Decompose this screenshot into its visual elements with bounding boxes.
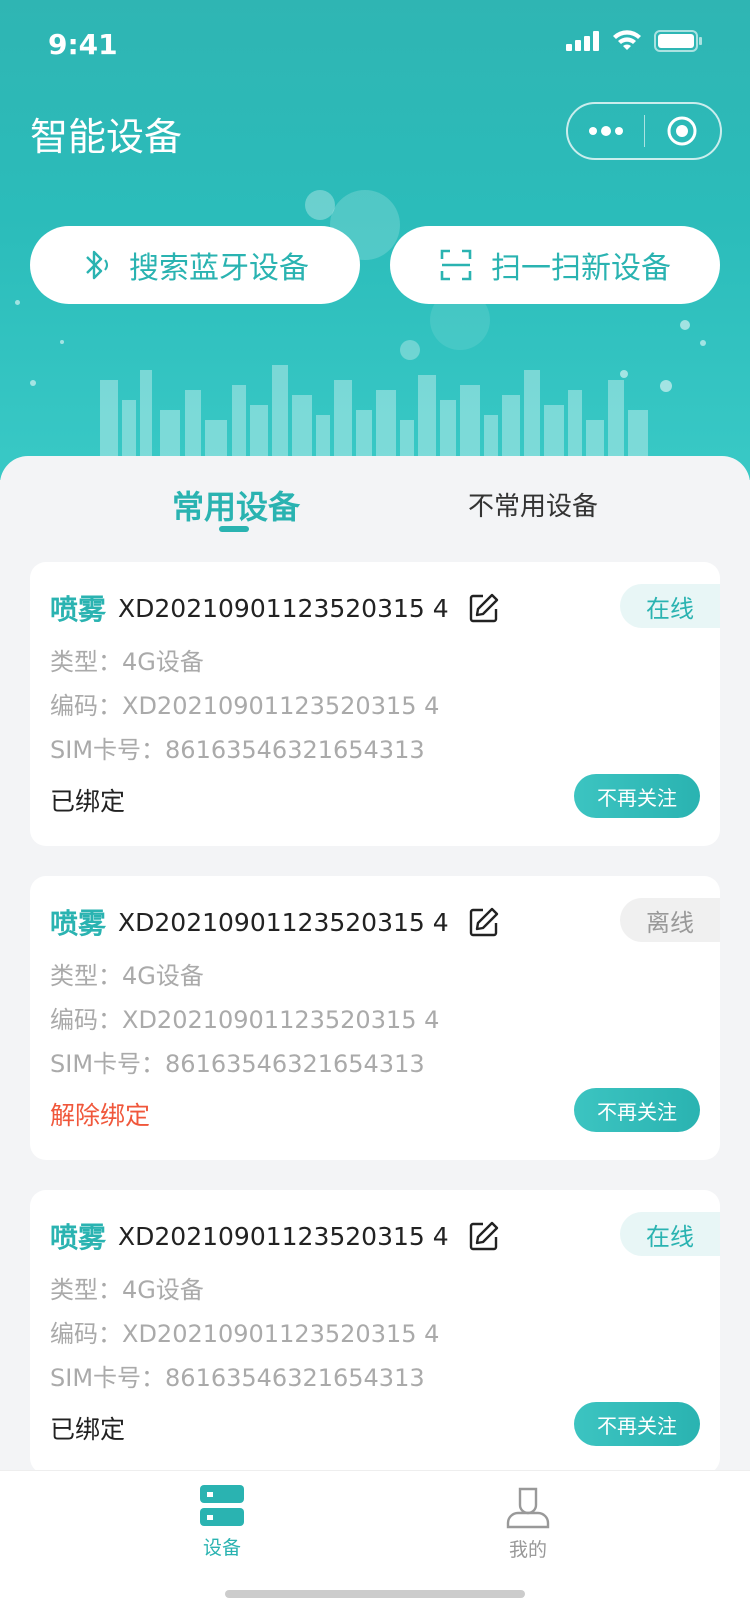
bind-status: 已绑定	[50, 1415, 126, 1444]
home-indicator	[225, 1590, 525, 1598]
device-icon	[200, 1485, 244, 1526]
unbind-link[interactable]: 解除绑定	[50, 1096, 150, 1132]
page-title: 智能设备	[30, 115, 183, 159]
tabbar-item-devices[interactable]: 设备	[162, 1485, 282, 1560]
device-card-header: 喷雾 XD20210901123520315 4	[50, 1216, 499, 1256]
battery-icon	[654, 30, 702, 52]
tabbar-label-devices: 设备	[202, 1537, 241, 1559]
device-sim-label: SIM卡号：	[50, 1364, 166, 1392]
more-icon	[588, 126, 623, 136]
wifi-icon	[613, 30, 641, 50]
tab-infrequent-devices[interactable]: 不常用设备	[468, 486, 598, 523]
device-list-panel: 常用设备 不常用设备 喷雾 XD20210901123520315 4 在线 类…	[0, 456, 750, 1476]
device-card-header: 喷雾 XD20210901123520315 4	[50, 902, 499, 942]
device-type-value: 4G设备	[122, 648, 204, 676]
mini-program-capsule	[566, 102, 722, 160]
device-type-line: 类型：4G设备	[50, 642, 204, 677]
device-code-line: 编码：XD20210901123520315 4	[50, 686, 439, 721]
user-icon	[506, 1487, 550, 1529]
device-code-label: 编码：	[50, 1320, 122, 1348]
close-button[interactable]	[645, 104, 721, 158]
device-card-header: 喷雾 XD20210901123520315 4	[50, 588, 499, 628]
edit-icon[interactable]	[469, 907, 499, 937]
unfollow-button[interactable]: 不再关注	[574, 1402, 700, 1446]
device-code-line: 编码：XD20210901123520315 4	[50, 1000, 439, 1035]
tabbar-label-mine: 我的	[508, 1539, 547, 1561]
edit-icon[interactable]	[469, 1221, 499, 1251]
device-name: 喷雾	[50, 593, 107, 626]
status-badge: 在线	[620, 1212, 720, 1256]
device-sim-line: SIM卡号：86163546321654313	[50, 1044, 425, 1079]
device-id: XD20210901123520315 4	[118, 1221, 449, 1251]
status-badge: 离线	[620, 898, 720, 942]
device-type-label: 类型：	[50, 962, 122, 990]
device-sim-label: SIM卡号：	[50, 736, 166, 764]
device-code-value: XD20210901123520315 4	[122, 1320, 440, 1348]
status-icons	[566, 30, 702, 52]
device-tabs: 常用设备 不常用设备	[0, 456, 750, 546]
device-type-value: 4G设备	[122, 1276, 204, 1304]
device-type-line: 类型：4G设备	[50, 1270, 204, 1305]
device-sim-value: 86163546321654313	[165, 736, 425, 764]
status-badge: 在线	[620, 584, 720, 628]
bottom-tab-bar: 设备 我的	[0, 1470, 750, 1624]
search-bluetooth-button[interactable]: 搜索蓝牙设备	[30, 226, 360, 304]
tabbar-item-mine[interactable]: 我的	[468, 1485, 588, 1562]
device-id: XD20210901123520315 4	[118, 593, 449, 623]
device-card[interactable]: 喷雾 XD20210901123520315 4 离线 类型：4G设备 编码：X…	[30, 876, 720, 1160]
device-code-label: 编码：	[50, 692, 122, 720]
device-type-label: 类型：	[50, 1276, 122, 1304]
search-bluetooth-label: 搜索蓝牙设备	[129, 251, 309, 286]
target-close-icon	[667, 116, 697, 146]
device-code-value: XD20210901123520315 4	[122, 1006, 440, 1034]
device-sim-line: SIM卡号：86163546321654313	[50, 730, 425, 765]
scan-new-device-button[interactable]: 扫一扫新设备	[390, 226, 720, 304]
device-sim-label: SIM卡号：	[50, 1050, 166, 1078]
status-time: 9:41	[48, 28, 118, 61]
device-card[interactable]: 喷雾 XD20210901123520315 4 在线 类型：4G设备 编码：X…	[30, 1190, 720, 1474]
scan-new-device-label: 扫一扫新设备	[491, 251, 671, 286]
unfollow-button[interactable]: 不再关注	[574, 1088, 700, 1132]
device-id: XD20210901123520315 4	[118, 907, 449, 937]
device-code-value: XD20210901123520315 4	[122, 692, 440, 720]
active-tab-indicator	[219, 526, 249, 532]
more-button[interactable]	[568, 104, 644, 158]
device-code-line: 编码：XD20210901123520315 4	[50, 1314, 439, 1349]
scan-icon	[440, 249, 472, 281]
signal-icon	[566, 31, 599, 51]
edit-icon[interactable]	[469, 593, 499, 623]
device-type-label: 类型：	[50, 648, 122, 676]
device-code-label: 编码：	[50, 1006, 122, 1034]
tab-frequent-devices[interactable]: 常用设备	[172, 482, 300, 528]
device-card[interactable]: 喷雾 XD20210901123520315 4 在线 类型：4G设备 编码：X…	[30, 562, 720, 846]
device-sim-value: 86163546321654313	[165, 1050, 425, 1078]
status-bar: 9:41	[0, 0, 750, 90]
bluetooth-icon	[86, 250, 108, 280]
device-name: 喷雾	[50, 1221, 107, 1254]
device-name: 喷雾	[50, 907, 107, 940]
bind-status: 已绑定	[50, 787, 126, 816]
device-type-value: 4G设备	[122, 962, 204, 990]
unfollow-button[interactable]: 不再关注	[574, 774, 700, 818]
device-type-line: 类型：4G设备	[50, 956, 204, 991]
device-sim-value: 86163546321654313	[165, 1364, 425, 1392]
device-sim-line: SIM卡号：86163546321654313	[50, 1358, 425, 1393]
